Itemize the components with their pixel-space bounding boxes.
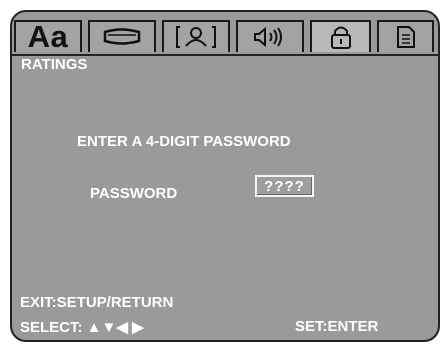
tab-display[interactable] [162,20,230,52]
section-title: RATINGS [21,56,88,73]
tab-ratings[interactable] [310,20,371,52]
lock-icon [330,26,351,49]
speaker-icon [254,26,282,48]
password-input[interactable]: ???? [255,175,314,197]
exit-hint: EXIT:SETUP/RETURN [20,294,174,311]
set-hint: SET:ENTER [295,318,379,335]
tab-video[interactable] [88,20,156,52]
password-prompt: ENTER A 4-DIGIT PASSWORD [77,133,291,150]
tab-language[interactable]: Aa [14,19,82,54]
person-display-icon [176,26,216,48]
select-hint: SELECT: ▲▼◀ ▶ [20,319,144,336]
text-aa-icon: Aa [27,19,69,54]
video-screen-icon [103,28,141,45]
setup-screen: Aa RATINGS ENTER A 4-DIGIT PASSWORD PASS… [10,10,440,342]
tab-audio[interactable] [236,20,304,52]
tab-misc[interactable] [377,20,434,52]
sd-card-icon [396,26,415,48]
password-label: PASSWORD [90,185,178,202]
setup-tab-bar: Aa [12,12,438,56]
